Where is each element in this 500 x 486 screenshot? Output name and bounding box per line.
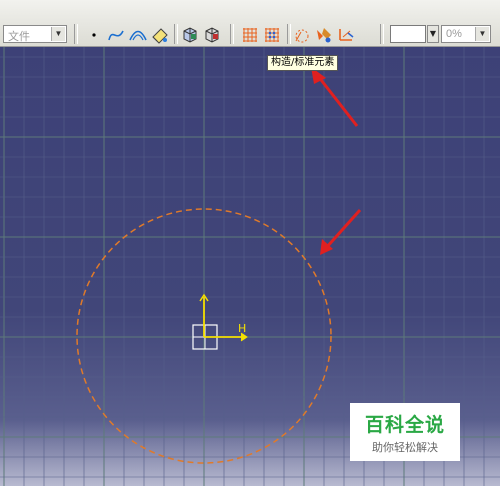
- tooltip: 构造/标准元素: [267, 55, 339, 71]
- grid-icon[interactable]: [240, 25, 260, 44]
- toolbar-separator: [230, 24, 234, 44]
- watermark-title: 百科全说: [364, 414, 445, 436]
- file-combo[interactable]: 文件 ▼: [3, 25, 67, 43]
- chevron-down-icon[interactable]: ▼: [475, 27, 489, 41]
- sketch-3d-icon[interactable]: [180, 25, 200, 44]
- toolbar-separator: [380, 24, 384, 44]
- file-combo-value: 文件: [8, 31, 30, 43]
- geometric-constraint-icon[interactable]: [314, 25, 334, 44]
- toolbar: 文件 ▼ ▼ 0% ▼: [0, 0, 500, 47]
- eraser-icon[interactable]: [150, 25, 170, 44]
- conic-icon[interactable]: [128, 25, 148, 44]
- color-swatch[interactable]: [390, 25, 426, 43]
- construction-element-icon[interactable]: [292, 25, 312, 44]
- spline-icon[interactable]: [106, 25, 126, 44]
- sketch-output-icon[interactable]: [202, 25, 222, 44]
- toolbar-separator: [287, 24, 291, 44]
- chevron-down-icon[interactable]: ▼: [427, 25, 439, 43]
- h-axis-label: H: [238, 322, 247, 335]
- chevron-down-icon[interactable]: ▼: [51, 27, 65, 41]
- percent-combo[interactable]: 0% ▼: [441, 25, 491, 43]
- toolbar-separator: [174, 24, 178, 44]
- percent-combo-value: 0%: [446, 28, 462, 40]
- dimensional-constraint-icon[interactable]: [336, 25, 356, 44]
- watermark-subtitle: 助你轻松解决: [372, 441, 438, 454]
- tooltip-text: 构造/标准元素: [271, 57, 335, 68]
- snap-to-point-icon[interactable]: [262, 25, 282, 44]
- watermark-logo: 百科全说 助你轻松解决: [350, 403, 460, 461]
- point-icon[interactable]: [84, 25, 104, 44]
- toolbar-separator: [74, 24, 78, 44]
